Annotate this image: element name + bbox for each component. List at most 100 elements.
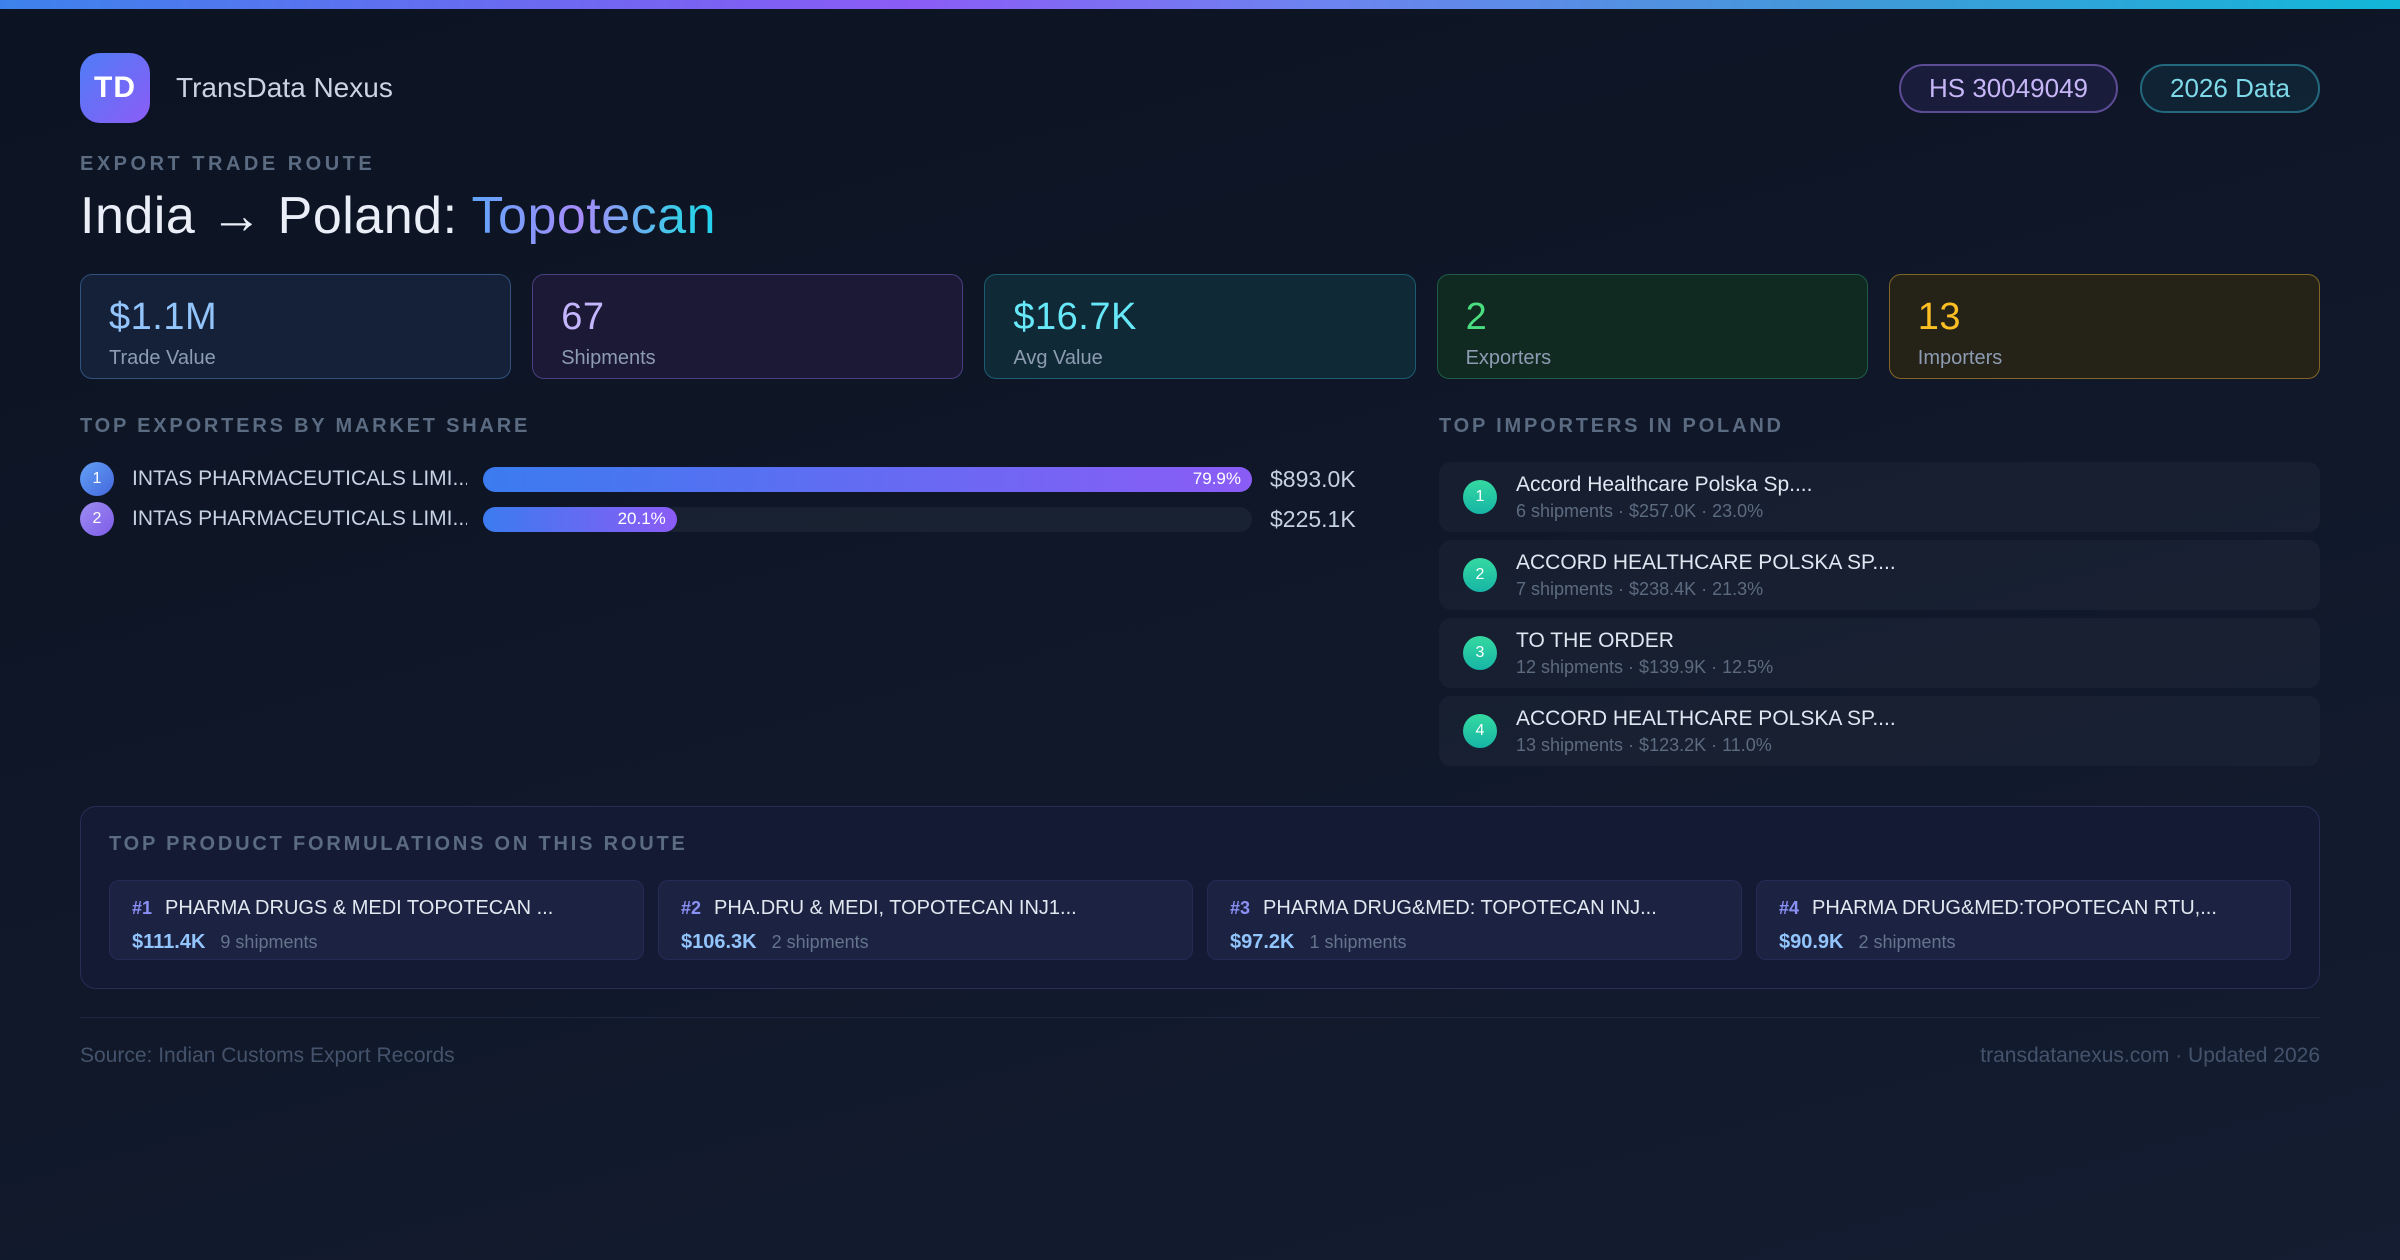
product-rank: #2 [681,898,702,918]
page-container: TD TransData Nexus HS 30049049 2026 Data… [0,9,2400,1068]
market-share-bar: 20.1% [483,506,677,532]
market-share-bar-track: 79.9% [483,466,1252,492]
products-heading: TOP PRODUCT FORMULATIONS ON THIS ROUTE [109,833,688,855]
stat-label: Avg Value [1013,347,1103,369]
rank-badge: 4 [1463,714,1497,748]
footer: Source: Indian Customs Export Records tr… [80,1017,2320,1068]
stat-card-avg-value: $16.7K Avg Value [984,274,1416,379]
title-product: Topotecan [471,187,716,245]
rank-badge: 1 [80,462,114,496]
product-shipments: 2 shipments [771,932,869,952]
exporter-value: $893.0K [1270,465,1356,492]
product-title-row: #2 PHA.DRU & MEDI, TOPOTECAN INJ1... [681,897,1170,920]
products-grid: #1 PHARMA DRUGS & MEDI TOPOTECAN ... $11… [109,880,2291,960]
importer-info: Accord Healthcare Polska Sp.... 6 shipme… [1516,473,1812,522]
footer-site: transdatanexus.com · Updated 2026 [1980,1044,2320,1067]
header: TD TransData Nexus HS 30049049 2026 Data [80,9,2320,123]
importer-info: ACCORD HEALTHCARE POLSKA SP.... 13 shipm… [1516,707,1896,756]
product-shipments: 9 shipments [220,932,318,952]
product-name: PHARMA DRUG&MED:TOPOTECAN RTU,... [1812,897,2217,919]
product-meta-row: $90.9K 2 shipments [1779,931,2268,954]
product-shipments: 1 shipments [1309,932,1407,952]
rank-badge: 2 [1463,558,1497,592]
exporter-name: INTAS PHARMACEUTICALS LIMI... [132,507,467,530]
product-name: PHA.DRU & MEDI, TOPOTECAN INJ1... [714,897,1077,919]
stat-card-shipments: 67 Shipments [532,274,964,379]
stat-card-exporters: 2 Exporters [1436,274,1868,379]
product-card[interactable]: #2 PHA.DRU & MEDI, TOPOTECAN INJ1... $10… [658,880,1193,960]
importer-meta: 7 shipments · $238.4K · 21.3% [1516,578,1764,599]
market-share-bar: 79.9% [483,466,1252,492]
product-value: $97.2K [1230,931,1295,953]
product-rank: #4 [1779,898,1800,918]
exporter-row[interactable]: 1 INTAS PHARMACEUTICALS LIMI... 79.9% $8… [80,462,1375,496]
product-shipments: 2 shipments [1858,932,1956,952]
product-card[interactable]: #4 PHARMA DRUG&MED:TOPOTECAN RTU,... $90… [1756,880,2291,960]
importer-name: ACCORD HEALTHCARE POLSKA SP.... [1516,550,1896,574]
importer-meta: 12 shipments · $139.9K · 12.5% [1516,656,1774,677]
product-meta-row: $106.3K 2 shipments [681,931,1170,954]
importers-section: TOP IMPORTERS IN POLAND 1 Accord Healthc… [1439,415,2320,766]
importers-heading: TOP IMPORTERS IN POLAND [1439,415,1784,437]
product-name: PHARMA DRUGS & MEDI TOPOTECAN ... [165,897,554,919]
market-share-bar-track: 20.1% [483,506,1252,532]
product-value: $106.3K [681,931,757,953]
importer-info: ACCORD HEALTHCARE POLSKA SP.... 7 shipme… [1516,551,1896,600]
header-badges: HS 30049049 2026 Data [1898,63,2320,113]
product-name: PHARMA DRUG&MED: TOPOTECAN INJ... [1263,897,1657,919]
exporter-value: $225.1K [1270,505,1356,532]
products-panel: TOP PRODUCT FORMULATIONS ON THIS ROUTE #… [80,806,2320,989]
product-card[interactable]: #1 PHARMA DRUGS & MEDI TOPOTECAN ... $11… [109,880,644,960]
market-share-label: 79.9% [1192,469,1241,488]
importer-item[interactable]: 3 TO THE ORDER 12 shipments · $139.9K · … [1439,618,2320,688]
product-rank: #1 [132,898,153,918]
importers-list: 1 Accord Healthcare Polska Sp.... 6 ship… [1439,462,2320,766]
importer-item[interactable]: 1 Accord Healthcare Polska Sp.... 6 ship… [1439,462,2320,532]
stat-value: 67 [561,296,605,338]
rank-badge: 2 [80,502,114,536]
stat-value: $16.7K [1013,296,1137,338]
product-title-row: #1 PHARMA DRUGS & MEDI TOPOTECAN ... [132,897,621,920]
exporter-name: INTAS PHARMACEUTICALS LIMI... [132,467,467,490]
importer-name: ACCORD HEALTHCARE POLSKA SP.... [1516,706,1896,730]
footer-source: Source: Indian Customs Export Records [80,1044,455,1067]
eyebrow-label: EXPORT TRADE ROUTE [80,153,376,175]
title-route: India → Poland: [80,187,472,245]
product-rank: #3 [1230,898,1251,918]
hs-code-badge[interactable]: HS 30049049 [1898,63,2119,113]
exporters-heading: TOP EXPORTERS BY MARKET SHARE [80,415,531,437]
stat-label: Trade Value [109,347,216,369]
stat-value: 2 [1465,296,1488,338]
brand-name: TransData Nexus [176,72,393,103]
stat-value: 13 [1917,296,1962,338]
stat-label: Importers [1917,347,2003,369]
stat-cards: $1.1M Trade Value 67 Shipments $16.7K Av… [80,274,2320,379]
stat-value: $1.1M [109,296,218,338]
importer-item[interactable]: 2 ACCORD HEALTHCARE POLSKA SP.... 7 ship… [1439,540,2320,610]
stat-card-importers: 13 Importers [1888,274,2320,379]
product-value: $90.9K [1779,931,1844,953]
stat-label: Shipments [561,347,656,369]
exporter-row[interactable]: 2 INTAS PHARMACEUTICALS LIMI... 20.1% $2… [80,502,1375,536]
product-title-row: #3 PHARMA DRUG&MED: TOPOTECAN INJ... [1230,897,1719,920]
brand-logo: TD [80,53,150,123]
importer-meta: 13 shipments · $123.2K · 11.0% [1516,734,1772,755]
rank-badge: 3 [1463,636,1497,670]
product-card[interactable]: #3 PHARMA DRUG&MED: TOPOTECAN INJ... $97… [1207,880,1742,960]
rank-badge: 1 [1463,480,1497,514]
importer-item[interactable]: 4 ACCORD HEALTHCARE POLSKA SP.... 13 shi… [1439,696,2320,766]
brand: TD TransData Nexus [80,53,393,123]
product-meta-row: $111.4K 9 shipments [132,931,621,954]
importer-meta: 6 shipments · $257.0K · 23.0% [1516,500,1764,521]
market-share-label: 20.1% [617,509,666,528]
product-value: $111.4K [132,931,206,953]
page-title: India → Poland: Topotecan [80,186,2320,246]
importer-info: TO THE ORDER 12 shipments · $139.9K · 12… [1516,629,1773,678]
importer-name: TO THE ORDER [1516,628,1674,652]
stat-label: Exporters [1465,347,1552,369]
exporters-section: TOP EXPORTERS BY MARKET SHARE 1 INTAS PH… [80,415,1375,536]
data-year-badge[interactable]: 2026 Data [2140,63,2320,113]
importer-name: Accord Healthcare Polska Sp.... [1516,472,1813,496]
main-columns: TOP EXPORTERS BY MARKET SHARE 1 INTAS PH… [80,415,2320,766]
top-accent-bar [0,0,2400,9]
